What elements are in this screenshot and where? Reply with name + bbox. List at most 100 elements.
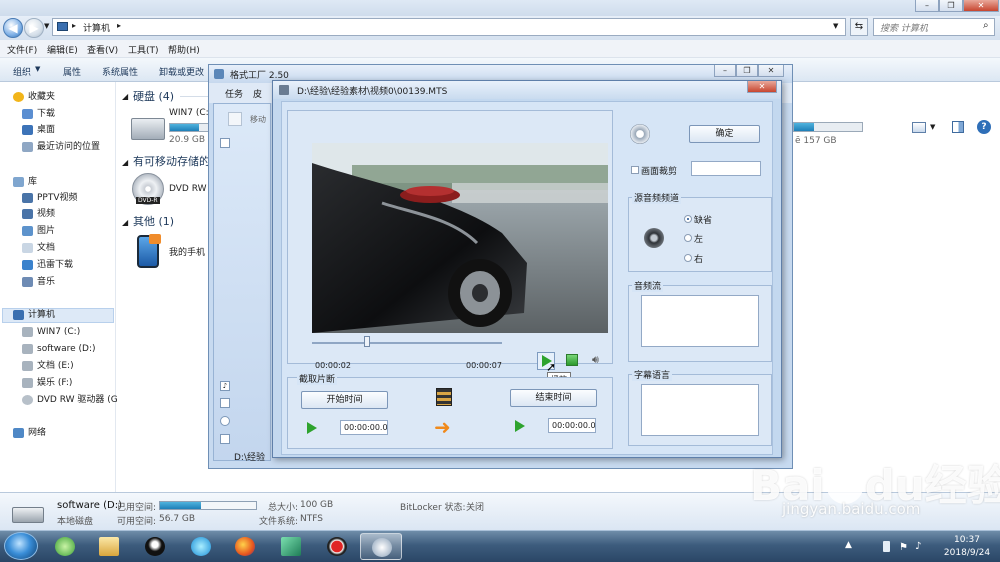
uninstall-button[interactable]: 卸载或更改	[159, 65, 204, 78]
ff-minimize-button[interactable]: –	[714, 65, 736, 77]
tab-tasks[interactable]: 任务	[225, 87, 243, 100]
nav-documents[interactable]: 文档	[22, 241, 55, 255]
collapse-arrow-icon[interactable]: ◢	[122, 92, 128, 101]
taskbar-recorder[interactable]	[316, 533, 358, 560]
refresh-button[interactable]: ⇆	[850, 18, 868, 36]
view-chevron-down-icon[interactable]: ▼	[930, 123, 935, 131]
channel-default-radio[interactable]	[684, 215, 692, 223]
channel-left-radio[interactable]	[684, 234, 692, 242]
recent-pages-chevron-icon[interactable]: ▼	[44, 22, 49, 30]
volume-tray-icon[interactable]: ♪	[915, 541, 921, 552]
maximize-button[interactable]: ❐	[939, 0, 963, 12]
crop-checkbox[interactable]	[631, 166, 639, 174]
taskbar-firefox[interactable]	[224, 533, 266, 560]
nav-drive-d[interactable]: software (D:)	[22, 342, 96, 356]
menu-edit[interactable]: 编辑(E)	[47, 43, 78, 56]
start-button[interactable]	[4, 532, 38, 560]
menu-file[interactable]: 文件(F)	[7, 43, 37, 56]
breadcrumb-separator-icon[interactable]: ▸	[117, 21, 121, 30]
channel-right-radio[interactable]	[684, 254, 692, 262]
view-options-icon[interactable]	[912, 122, 926, 133]
clock-date[interactable]: 2018/9/24	[936, 548, 998, 558]
organize-button[interactable]: 组织	[13, 65, 31, 78]
end-time-field[interactable]: 00:00:00.00	[548, 418, 596, 433]
seek-track[interactable]	[312, 342, 502, 344]
group-other[interactable]: 其他 (1)	[133, 213, 174, 229]
tab-skin[interactable]: 皮	[253, 87, 262, 100]
ff-close-button[interactable]: ✕	[758, 65, 784, 77]
nav-video[interactable]: 视频	[22, 207, 55, 221]
drive-c-label[interactable]: WIN7 (C:	[169, 108, 209, 118]
nav-thunder-downloads[interactable]: 迅雷下载	[22, 258, 73, 272]
nav-libraries[interactable]: 库	[13, 175, 37, 189]
ok-button[interactable]: 确定	[689, 125, 760, 143]
breadcrumb-computer[interactable]: 计算机	[83, 21, 110, 34]
help-icon[interactable]: ?	[977, 120, 991, 134]
start-play-icon[interactable]	[307, 422, 317, 434]
image-category-icon[interactable]	[220, 398, 230, 408]
nav-drive-g[interactable]: DVD RW 驱动器 (G	[22, 393, 118, 407]
taskbar-format-factory[interactable]	[360, 533, 402, 560]
nav-drive-f[interactable]: 娱乐 (F:)	[22, 376, 72, 390]
taskbar-media-app[interactable]	[270, 533, 312, 560]
forward-button[interactable]: ▶	[24, 18, 44, 38]
nav-network[interactable]: 网络	[13, 426, 46, 440]
menu-help[interactable]: 帮助(H)	[168, 43, 200, 56]
nav-music[interactable]: 音乐	[22, 275, 55, 289]
taskbar-explorer[interactable]	[88, 533, 130, 560]
group-hard-drives[interactable]: 硬盘 (4)	[133, 88, 174, 104]
system-properties-button[interactable]: 系统属性	[102, 65, 138, 78]
audio-category-icon[interactable]: ♪	[220, 381, 230, 391]
taskbar-qq[interactable]	[134, 533, 176, 560]
nav-pptv-video[interactable]: PPTV视频	[22, 191, 78, 205]
start-time-field[interactable]: 00:00:00.00	[340, 420, 388, 435]
taskbar-video-app[interactable]	[180, 533, 222, 560]
nav-drive-e[interactable]: 文档 (E:)	[22, 359, 74, 373]
nav-drive-c[interactable]: WIN7 (C:)	[22, 325, 80, 339]
drive-icon	[22, 327, 33, 337]
search-input[interactable]: 搜索 计算机	[873, 18, 995, 36]
phone-badge-icon	[149, 234, 161, 244]
dialog-close-button[interactable]: ✕	[747, 81, 777, 93]
audio-stream-list[interactable]	[641, 295, 759, 347]
phone-label[interactable]: 我的手机	[169, 245, 205, 258]
volume-icon[interactable]: 🔊︎	[592, 353, 599, 367]
minimize-button[interactable]: –	[915, 0, 939, 12]
collapse-arrow-icon[interactable]: ◢	[122, 158, 128, 167]
advanced-category-icon[interactable]	[220, 434, 230, 444]
taskbar-app-green[interactable]	[44, 533, 86, 560]
end-play-icon[interactable]	[515, 420, 525, 432]
preview-pane-icon[interactable]	[952, 121, 964, 133]
address-dropdown-icon[interactable]: ▼	[833, 22, 838, 30]
seek-start-handle[interactable]	[364, 336, 370, 347]
close-button[interactable]: ✕	[963, 0, 999, 12]
back-button[interactable]: ◀	[3, 18, 23, 38]
start-time-button[interactable]: 开始时间	[301, 391, 388, 409]
nav-downloads[interactable]: 下载	[22, 107, 55, 121]
show-hidden-icons[interactable]: ▲	[845, 540, 852, 550]
crop-field[interactable]	[691, 161, 761, 176]
nav-desktop[interactable]: 桌面	[22, 123, 55, 137]
dvd-drive-label[interactable]: DVD RW	[169, 184, 207, 194]
properties-button[interactable]: 属性	[63, 65, 81, 78]
group-removable-storage[interactable]: 有可移动存储的	[133, 153, 210, 169]
menu-view[interactable]: 查看(V)	[87, 43, 118, 56]
dvd-category-icon[interactable]	[220, 416, 230, 426]
nav-favorites[interactable]: 收藏夹	[13, 90, 55, 104]
stop-button[interactable]	[566, 354, 578, 366]
breadcrumb-separator-icon[interactable]: ▸	[72, 21, 76, 30]
folder-icon	[99, 537, 119, 556]
sidebar-list-icon[interactable]	[220, 138, 230, 148]
clock-time[interactable]: 10:37	[942, 535, 992, 545]
flag-icon[interactable]: ⚑	[899, 542, 908, 553]
address-bar[interactable]: ▸ 计算机 ▸ ▼	[52, 18, 846, 36]
usb-icon[interactable]	[883, 541, 890, 552]
end-time-button[interactable]: 结束时间	[510, 389, 597, 407]
nav-computer[interactable]: 计算机	[13, 308, 55, 322]
ff-maximize-button[interactable]: ❐	[736, 65, 758, 77]
collapse-arrow-icon[interactable]: ◢	[122, 218, 128, 227]
nav-pictures[interactable]: 图片	[22, 224, 55, 238]
nav-recent-places[interactable]: 最近访问的位置	[22, 140, 100, 154]
subtitle-list[interactable]	[641, 384, 759, 436]
menu-tools[interactable]: 工具(T)	[128, 43, 159, 56]
